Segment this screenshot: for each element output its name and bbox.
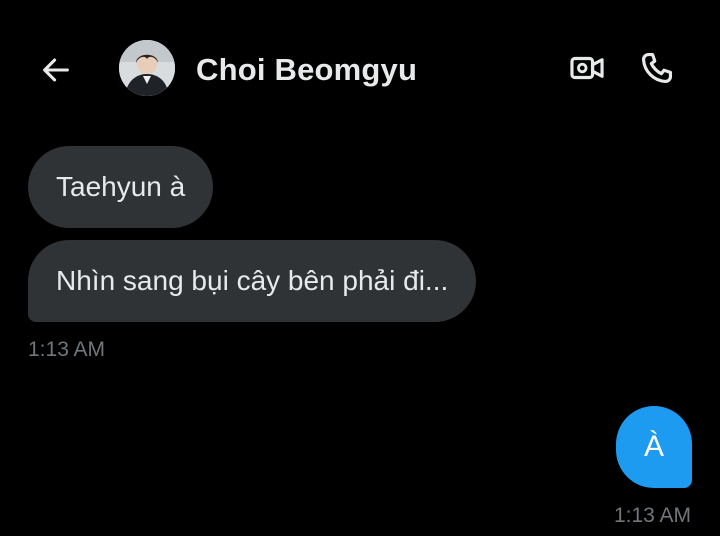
- avatar[interactable]: [119, 40, 175, 96]
- message-text: Nhìn sang bụi cây bên phải đi...: [56, 265, 449, 296]
- phone-icon: [641, 52, 673, 84]
- video-camera-icon: [570, 56, 604, 80]
- contact-photo: [119, 40, 175, 96]
- contact-name[interactable]: Choi Beomgyu: [196, 50, 417, 90]
- message-text: À: [643, 430, 664, 463]
- message-text: Taehyun à: [56, 171, 186, 202]
- received-message[interactable]: Taehyun à: [28, 146, 214, 228]
- message-timestamp: 1:13 AM: [613, 504, 691, 527]
- video-call-button[interactable]: [565, 46, 609, 90]
- sent-message[interactable]: À: [616, 406, 692, 488]
- arrow-left-icon: [43, 58, 69, 82]
- voice-call-button[interactable]: [635, 46, 679, 90]
- conversation-header: Choi Beomgyu: [0, 0, 720, 136]
- message-timestamp: 1:13 AM: [28, 338, 106, 361]
- back-button[interactable]: [36, 50, 76, 90]
- received-message[interactable]: Nhìn sang bụi cây bên phải đi...: [28, 240, 477, 322]
